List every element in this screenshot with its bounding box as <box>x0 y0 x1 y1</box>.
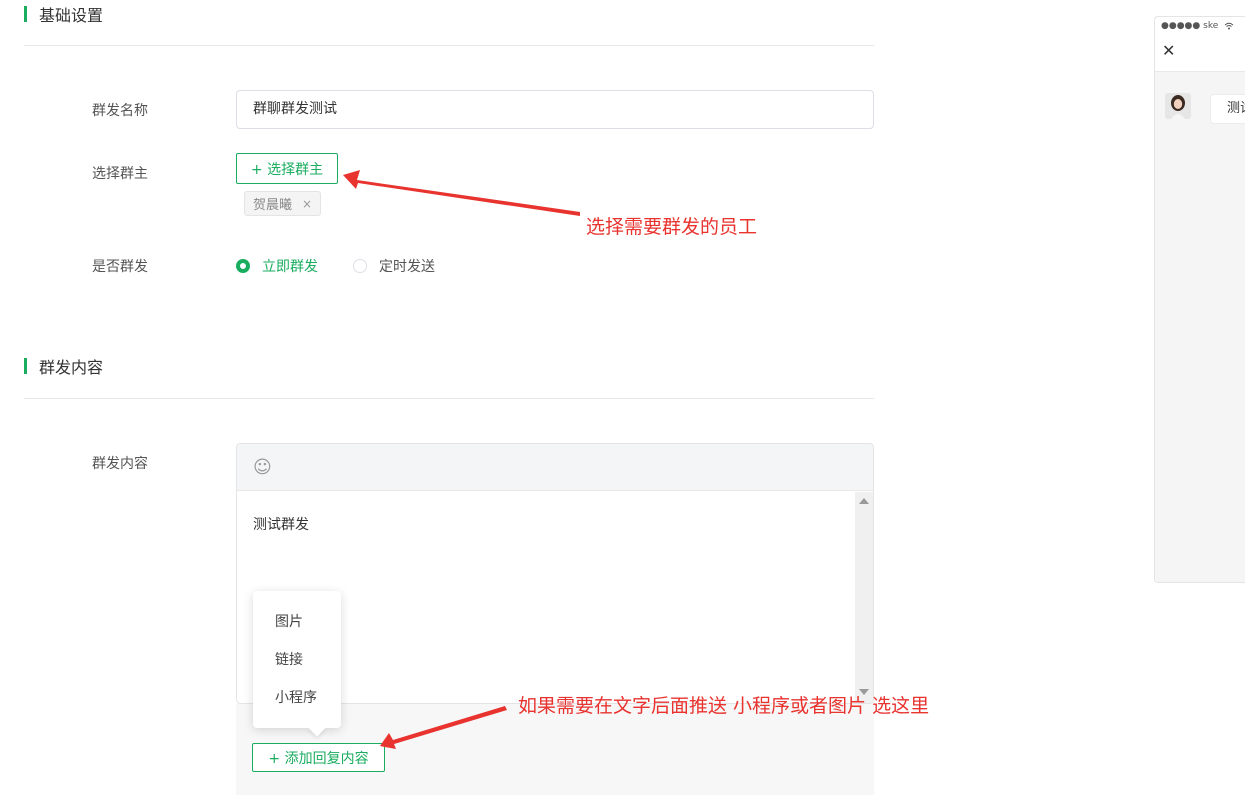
section-accent-bar <box>24 358 27 374</box>
owner-tag: 贺晨曦 × <box>244 191 321 216</box>
radio-scheduled-send-label: 定时发送 <box>379 259 435 275</box>
wifi-icon <box>1224 22 1234 29</box>
content-section-title: 群发内容 <box>39 358 104 377</box>
add-reply-content-button[interactable]: + 添加回复内容 <box>252 743 385 772</box>
radio-unchecked-icon <box>353 259 367 273</box>
section-divider <box>24 398 874 399</box>
tag-close-icon[interactable]: × <box>302 197 312 211</box>
group-send-name-input[interactable]: 群聊群发测试 <box>236 90 874 129</box>
menu-item-link[interactable]: 链接 <box>253 641 341 679</box>
phone-preview: ●●●●● ske ✕ 测试 <box>1154 16 1245 583</box>
owner-tag-label: 贺晨曦 <box>253 198 293 213</box>
chat-area <box>1155 72 1245 582</box>
radio-send-now[interactable]: 立即群发 <box>236 256 318 276</box>
basic-settings-heading: 基础设置 <box>24 2 103 26</box>
scroll-up-icon[interactable] <box>859 498 869 504</box>
preview-message-bubble: 测试 <box>1210 94 1245 124</box>
close-icon[interactable]: ✕ <box>1162 41 1175 60</box>
select-owner-label: 选择群主 <box>92 166 148 182</box>
select-owner-button[interactable]: + 选择群主 <box>236 153 338 184</box>
editor-scrollbar[interactable] <box>855 492 873 703</box>
content-heading: 群发内容 <box>24 354 103 378</box>
annotation-select-owner: 选择需要群发的员工 <box>586 216 758 238</box>
emoji-icon[interactable]: ☺ <box>253 457 272 478</box>
section-divider <box>24 45 874 46</box>
arrow-to-select-owner <box>343 170 580 216</box>
group-send-name-label: 群发名称 <box>92 103 148 119</box>
editor-toolbar: ☺ <box>237 444 873 491</box>
content-label: 群发内容 <box>92 456 148 472</box>
section-accent-bar <box>24 6 27 22</box>
annotation-add-reply: 如果需要在文字后面推送 小程序或者图片 选这里 <box>518 695 930 717</box>
menu-item-mini-program[interactable]: 小程序 <box>253 679 341 717</box>
avatar-person-icon <box>1165 93 1191 119</box>
attachment-type-menu: 图片 链接 小程序 <box>253 591 341 737</box>
radio-send-now-label: 立即群发 <box>262 259 318 275</box>
radio-checked-icon <box>236 259 250 273</box>
menu-item-image[interactable]: 图片 <box>253 603 341 641</box>
radio-scheduled-send[interactable]: 定时发送 <box>353 256 435 276</box>
phone-status-bar: ●●●●● ske <box>1155 17 1245 35</box>
basic-settings-title: 基础设置 <box>39 6 104 25</box>
avatar <box>1165 93 1191 119</box>
send-mode-label: 是否群发 <box>92 259 148 275</box>
